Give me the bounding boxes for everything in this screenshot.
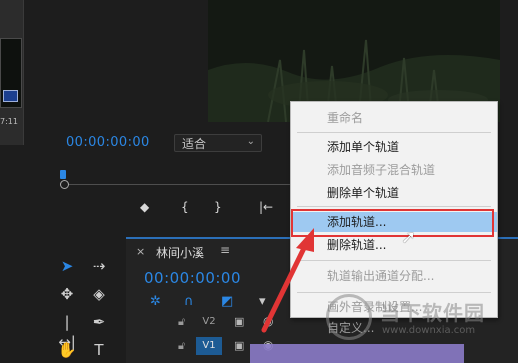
menu-separator xyxy=(297,260,491,261)
menu-item-delete-tracks[interactable]: 删除轨道... xyxy=(291,235,497,255)
menu-item-add-audio-submix-track[interactable]: 添加音频子混合轨道 xyxy=(291,160,497,180)
hand-icon[interactable]: ✋ xyxy=(56,340,78,360)
snap-icon[interactable]: ∩ xyxy=(184,294,194,309)
razor-icon[interactable]: ◈ xyxy=(88,284,110,304)
zoom-handle-icon[interactable] xyxy=(60,180,69,189)
track-name[interactable]: V1 xyxy=(196,337,222,355)
chevron-down-icon: ⌄ xyxy=(246,136,255,147)
track-select-forward-icon[interactable]: ⇢ xyxy=(88,256,110,276)
type-icon[interactable]: T xyxy=(88,340,110,360)
mouse-cursor-icon: ➚ xyxy=(401,227,417,248)
sync-lock-icon[interactable]: ▣ xyxy=(234,339,244,352)
pen-icon[interactable]: ✒ xyxy=(88,312,110,332)
menu-item-add-single-track[interactable]: 添加单个轨道 xyxy=(291,137,497,157)
lock-icon[interactable]: 🔓︎ xyxy=(178,339,185,353)
track-name[interactable]: V2 xyxy=(196,313,222,331)
tools-panel: ➤ ⇢ ✥ ◈ |↔| ✒ ✋ T xyxy=(48,248,122,363)
ripple-edit-icon[interactable]: ✥ xyxy=(56,284,78,304)
add-marker-icon[interactable]: ◆ xyxy=(140,200,149,214)
selection-tool-icon[interactable]: ➤ xyxy=(56,256,78,276)
project-thumbnail-strip: 7:11 xyxy=(0,0,24,145)
eye-icon[interactable]: ◉ xyxy=(263,314,273,328)
playback-scrubber[interactable] xyxy=(60,170,296,192)
clip-badge-icon xyxy=(3,90,18,102)
mark-in-icon[interactable]: { xyxy=(181,200,189,214)
scrubber-track xyxy=(64,184,296,185)
watermark-logo-icon xyxy=(326,294,372,340)
playhead-icon[interactable] xyxy=(60,170,66,179)
annotation-highlight-box xyxy=(291,209,494,237)
menu-separator xyxy=(297,132,491,133)
sequence-tab-title[interactable]: 林间小溪 xyxy=(156,244,204,261)
timeline-timecode[interactable]: 00:00:00:00 xyxy=(144,269,241,287)
program-timecode[interactable]: 00:00:00:00 xyxy=(66,135,150,150)
slip-icon[interactable]: |↔| xyxy=(56,312,78,351)
go-to-in-icon[interactable]: |← xyxy=(259,200,273,214)
marker-icon[interactable]: ▾ xyxy=(259,294,266,309)
clip-on-timeline[interactable] xyxy=(250,344,464,363)
fit-select-value: 适合 xyxy=(182,136,207,151)
clip-duration: 7:11 xyxy=(0,117,18,126)
nest-icon[interactable]: ✲ xyxy=(150,294,161,309)
menu-separator xyxy=(297,292,491,293)
menu-item-track-output-channel[interactable]: 轨道输出通道分配... xyxy=(291,266,497,286)
linked-selection-icon[interactable]: ◩ xyxy=(221,294,233,309)
menu-separator xyxy=(297,206,491,207)
lock-icon[interactable]: 🔓︎ xyxy=(178,315,185,329)
mark-out-icon[interactable]: } xyxy=(214,200,222,214)
track-header-v2[interactable]: 🔓︎ V2 ▣ ◉ xyxy=(126,312,286,334)
fit-zoom-select[interactable]: 适合 ⌄ xyxy=(174,134,262,152)
watermark-text: 当下软件园 xyxy=(380,301,485,325)
hamburger-icon[interactable]: ≡ xyxy=(220,243,230,257)
site-watermark: 当下软件园 www.downxia.com xyxy=(326,294,516,346)
watermark-url: www.downxia.com xyxy=(382,325,476,336)
menu-item-rename[interactable]: 重命名 xyxy=(291,108,497,128)
close-icon[interactable]: × xyxy=(136,245,145,258)
menu-item-delete-single-track[interactable]: 删除单个轨道 xyxy=(291,183,497,203)
sync-lock-icon[interactable]: ▣ xyxy=(234,315,244,328)
